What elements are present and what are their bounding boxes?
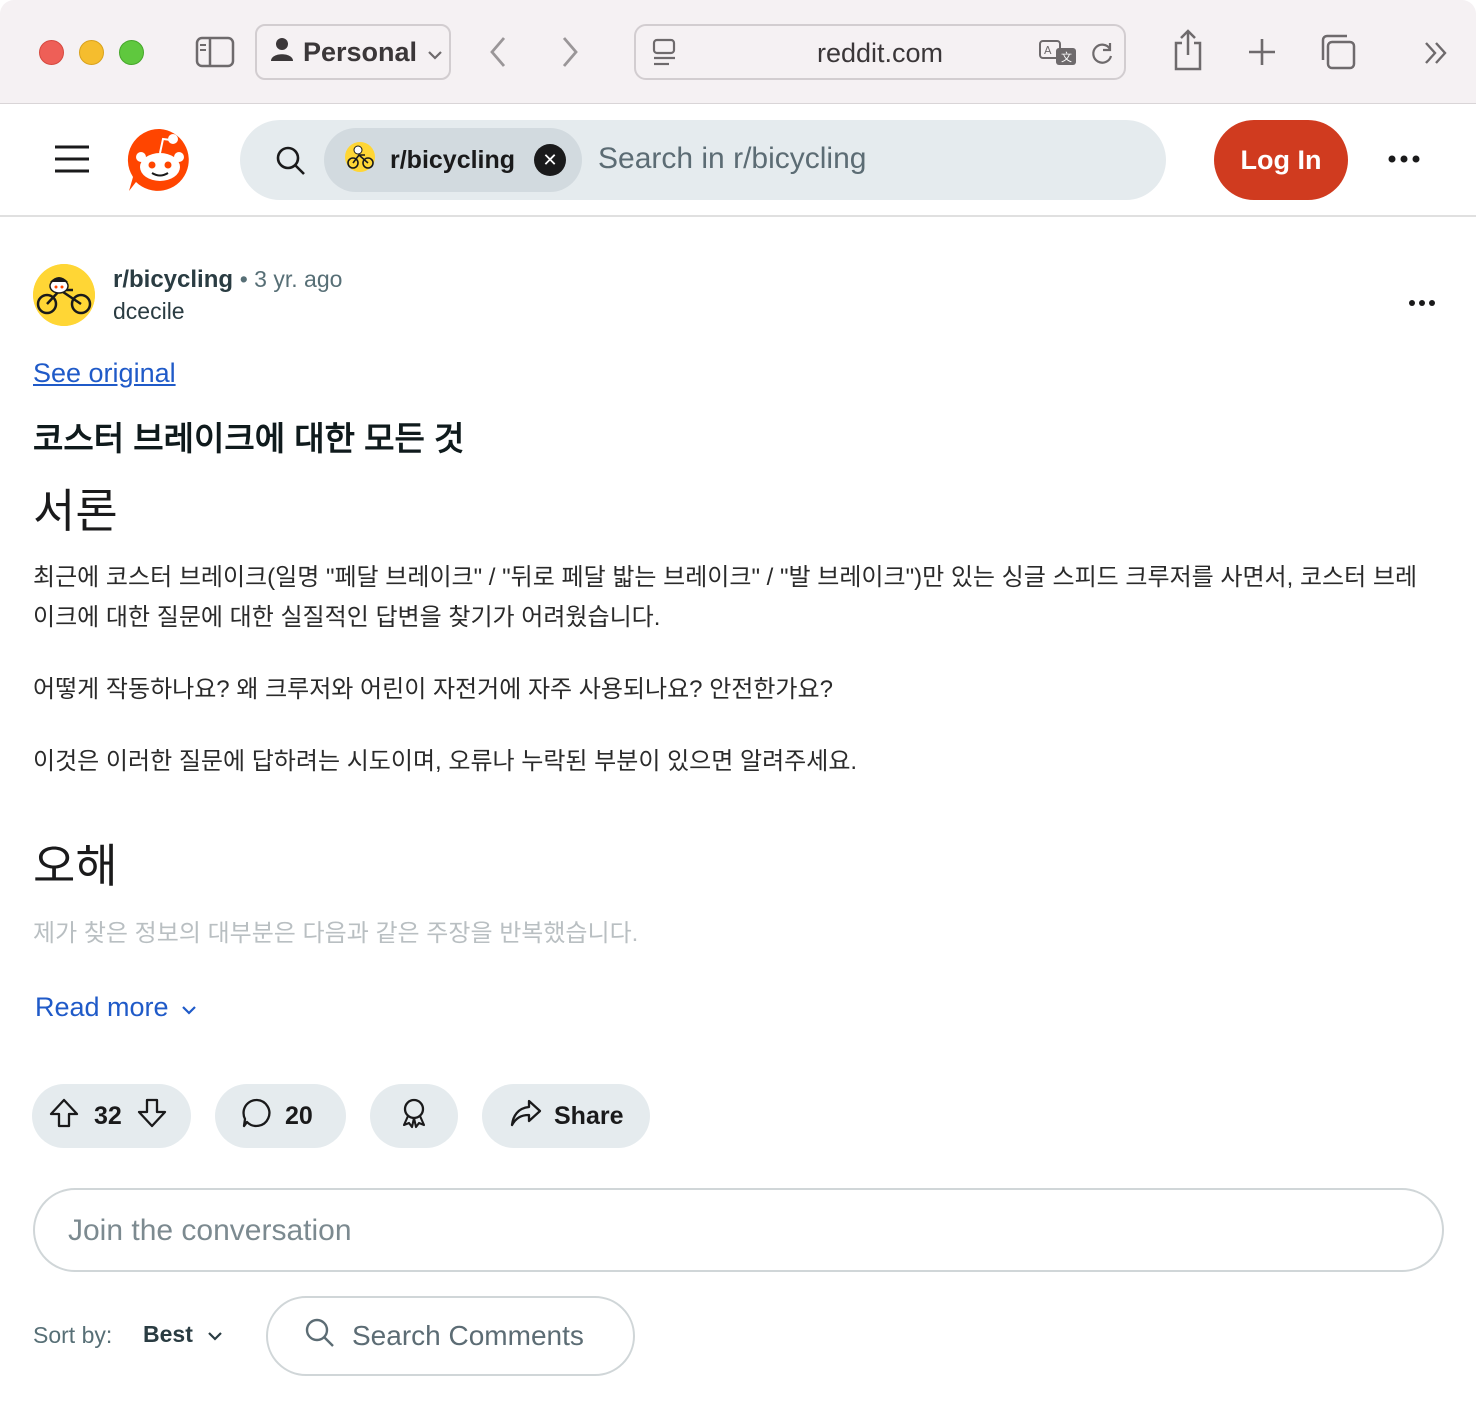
reddit-logo-icon[interactable] xyxy=(127,127,193,193)
award-button[interactable] xyxy=(370,1084,458,1148)
join-conversation-input[interactable]: Join the conversation xyxy=(33,1188,1444,1272)
subreddit-chip-label: r/bicycling xyxy=(390,145,516,174)
post-paragraph: 최근에 코스터 브레이크(일명 "페달 브레이크" / "뒤로 페달 밟는 브레… xyxy=(33,564,1418,631)
clear-subreddit-icon[interactable]: ✕ xyxy=(534,144,566,176)
vote-control: 32 xyxy=(32,1084,191,1148)
comments-button[interactable]: 20 xyxy=(215,1084,346,1148)
comment-count: 20 xyxy=(285,1101,313,1130)
subreddit-icon xyxy=(344,141,376,180)
search-icon xyxy=(304,1317,336,1356)
new-tab-icon[interactable] xyxy=(1244,34,1280,70)
post-separator: • xyxy=(239,266,255,292)
subreddit-avatar[interactable] xyxy=(33,264,95,326)
post-subreddit[interactable]: r/bicycling • 3 yr. ago xyxy=(113,266,342,294)
search-bar[interactable]: r/bicycling ✕ Search in r/bicycling xyxy=(240,120,1166,200)
search-icon xyxy=(274,144,308,178)
person-icon xyxy=(271,37,293,68)
comment-icon xyxy=(241,1097,273,1136)
post-time: 3 yr. ago xyxy=(254,266,343,292)
post-subreddit-name[interactable]: r/bicycling xyxy=(113,266,233,293)
login-button[interactable]: Log In xyxy=(1214,120,1348,200)
address-bar[interactable]: reddit.com A文 xyxy=(634,24,1126,80)
search-comments-placeholder: Search Comments xyxy=(352,1320,584,1351)
more-toolbar-icon[interactable] xyxy=(1420,38,1452,68)
tab-overview-icon[interactable] xyxy=(1318,32,1358,72)
sort-value: Best xyxy=(143,1321,193,1347)
sort-dropdown[interactable]: Best xyxy=(143,1321,223,1348)
sidebar-toggle-icon[interactable] xyxy=(194,34,236,70)
browser-toolbar: Personal reddit.com A文 xyxy=(0,0,1476,104)
post-paragraph: 이것은 이러한 질문에 답하려는 시도이며, 오류나 누락된 부분이 있으면 알… xyxy=(33,748,858,775)
translate-icon[interactable]: A文 xyxy=(1038,38,1078,68)
award-icon xyxy=(398,1097,430,1136)
post-more-icon[interactable] xyxy=(1408,286,1436,314)
read-more-label: Read more xyxy=(35,992,169,1022)
profile-label: Personal xyxy=(303,36,418,67)
post-paragraph-faded: 제가 찾은 정보의 대부분은 다음과 같은 주장을 반복했습니다. xyxy=(33,920,639,947)
post-paragraph: 어떻게 작동하나요? 왜 크루저와 어린이 자전거에 자주 사용되나요? 안전한… xyxy=(33,676,833,703)
back-icon[interactable] xyxy=(484,32,512,72)
share-icon xyxy=(510,1098,542,1135)
vote-count: 32 xyxy=(94,1101,122,1130)
section-heading-misconceptions: 오해 xyxy=(33,840,118,892)
share-label: Share xyxy=(554,1101,624,1130)
read-more-button[interactable]: Read more xyxy=(35,992,197,1023)
chevron-down-icon xyxy=(427,37,443,68)
post-author[interactable]: dcecile xyxy=(113,298,185,325)
svg-text:文: 文 xyxy=(1061,50,1072,64)
profile-selector[interactable]: Personal xyxy=(255,24,451,80)
menu-icon[interactable] xyxy=(52,141,92,177)
section-heading-intro: 서론 xyxy=(33,485,118,537)
more-options-icon[interactable] xyxy=(1386,151,1422,167)
search-placeholder: Search in r/bicycling xyxy=(598,142,867,175)
chevron-down-icon xyxy=(207,1321,223,1348)
see-original-link[interactable]: See original xyxy=(33,358,176,389)
close-window-button[interactable] xyxy=(39,40,64,65)
search-comments-input[interactable]: Search Comments xyxy=(266,1296,635,1376)
svg-text:A: A xyxy=(1044,44,1052,57)
sort-label: Sort by: xyxy=(33,1322,113,1348)
subreddit-filter-chip[interactable]: r/bicycling ✕ xyxy=(324,128,582,192)
reload-icon[interactable] xyxy=(1088,40,1116,68)
post-title: 코스터 브레이크에 대한 모든 것 xyxy=(33,420,465,457)
share-page-icon[interactable] xyxy=(1170,28,1206,72)
forward-icon[interactable] xyxy=(556,32,584,72)
join-conversation-placeholder: Join the conversation xyxy=(68,1214,352,1247)
chevron-down-icon xyxy=(181,992,197,1023)
share-button[interactable]: Share xyxy=(482,1084,650,1148)
reddit-header: r/bicycling ✕ Search in r/bicycling Log … xyxy=(0,105,1476,217)
downvote-icon[interactable] xyxy=(136,1097,168,1136)
minimize-window-button[interactable] xyxy=(79,40,104,65)
upvote-icon[interactable] xyxy=(48,1097,80,1136)
zoom-window-button[interactable] xyxy=(119,40,144,65)
